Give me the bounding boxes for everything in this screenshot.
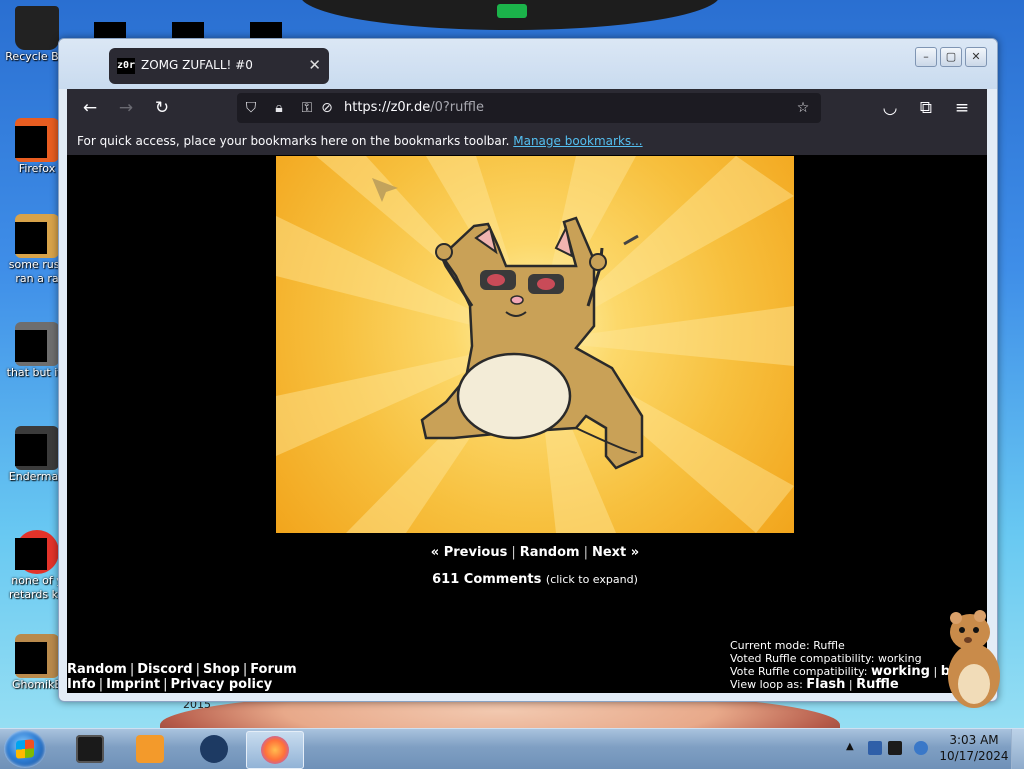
bookmark-star-icon[interactable]: ☆ [793, 98, 813, 118]
footer-link-discord[interactable]: Discord [137, 662, 192, 677]
permissions-icon[interactable]: ⚿ [297, 98, 317, 118]
taskbar-app-firefox[interactable] [246, 731, 304, 769]
cat-belly [456, 352, 572, 440]
media-player-icon [136, 735, 164, 763]
cat-animation-frame [276, 156, 794, 533]
reload-icon[interactable]: ↻ [151, 97, 173, 119]
view-as-flash-link[interactable]: Flash [806, 677, 845, 692]
url-bar[interactable]: ⛉ 🔒︎ ⚿ ⊘ https://z0r.de/0?ruffle ☆ [237, 93, 821, 123]
tab-title: ZOMG ZUFALL! #0 [141, 58, 253, 72]
separator: | [511, 545, 516, 560]
steam-icon [200, 735, 228, 763]
clock-date: 10/17/2024 [939, 749, 1009, 763]
file-icon [15, 426, 59, 470]
url-text[interactable]: https://z0r.de/0?ruffle [344, 100, 484, 115]
desktop-wallpaper-detail [497, 4, 527, 18]
tracking-blocked-icon[interactable]: ⊘ [317, 98, 337, 118]
separator: | [195, 662, 200, 677]
random-link[interactable]: Random [520, 545, 580, 560]
footer-link-forum[interactable]: Forum [250, 662, 297, 677]
footer-link-shop[interactable]: Shop [203, 662, 240, 677]
tray-app-icon[interactable] [914, 741, 928, 755]
pocket-icon[interactable]: ◡ [879, 97, 901, 119]
separator: | [129, 662, 135, 677]
file-icon [15, 634, 59, 678]
show-desktop-button[interactable] [1011, 729, 1024, 769]
footer-links: Random | Discord | Shop | Forum Info | Imprint | P… [67, 662, 297, 692]
firefox-icon [15, 118, 59, 162]
separator: | [163, 677, 168, 692]
back-arrow-icon[interactable]: ← [79, 97, 101, 119]
view-loop-row: View loop as: Flash | Ruffle [730, 677, 899, 692]
tray-expand-icon[interactable]: ▲ [846, 741, 854, 752]
separator: | [242, 662, 248, 677]
start-button[interactable] [4, 730, 46, 768]
bookmarks-hint-text: For quick access, place your bookmarks h… [77, 134, 510, 148]
footer-link-random[interactable]: Random [67, 662, 127, 677]
file-icon [15, 530, 59, 574]
view-loop-label: View loop as: [730, 678, 803, 691]
comments-count: 611 Comments [432, 572, 542, 587]
clock-time: 3:03 AM [949, 733, 999, 747]
flash-animation-player[interactable] [276, 156, 794, 533]
taskbar-clock[interactable]: 3:03 AM 10/17/2024 [938, 732, 1010, 764]
separator: | [98, 677, 104, 692]
window-controls: – ▢ ✕ [915, 47, 987, 67]
vote-label: Vote Ruffle compatibility: [730, 665, 868, 678]
url-path: /0?ruffle [430, 100, 484, 115]
footer-link-privacy[interactable]: Privacy policy [171, 677, 273, 692]
footer-row-2: Info | Imprint | Privacy policy [67, 677, 297, 692]
comments-hint: (click to expand) [545, 573, 638, 586]
page-navigation: « Previous | Random | Next » [67, 545, 1003, 560]
file-icon [15, 322, 59, 366]
footer-link-info[interactable]: Info [67, 677, 96, 692]
lock-icon[interactable]: 🔒︎ [269, 98, 289, 118]
page-content: « Previous | Random | Next » 611 Comments (c… [67, 155, 987, 693]
browser-window: z0r ZOMG ZUFALL! #0 ✕ – ▢ ✕ ← → ↻ ⛉ 🔒︎ ⚿… [58, 38, 998, 702]
tray-app-icon[interactable] [888, 741, 902, 755]
current-mode-text: Current mode: Ruffle [730, 639, 845, 652]
system-tray: ▲ [842, 731, 938, 767]
next-link[interactable]: Next » [592, 545, 639, 560]
taskbar: ▲ 3:03 AM 10/17/2024 [0, 728, 1024, 769]
previous-link[interactable]: « Previous [431, 545, 508, 560]
taskbar-app-steam[interactable] [186, 731, 242, 767]
taskbar-app-media-player[interactable] [122, 731, 178, 767]
browser-toolbar: ← → ↻ ⛉ 🔒︎ ⚿ ⊘ https://z0r.de/0?ruffle ☆… [67, 89, 987, 127]
hamster-desktop-pet[interactable] [940, 606, 1004, 710]
shield-icon[interactable]: ⛉ [241, 98, 261, 118]
bookmarks-toolbar: For quick access, place your bookmarks h… [67, 127, 987, 155]
minimize-icon[interactable]: – [915, 47, 937, 67]
terminal-icon [76, 735, 104, 763]
forward-arrow-icon[interactable]: → [115, 97, 137, 119]
maximize-icon[interactable]: ▢ [940, 47, 962, 67]
tray-app-icon[interactable] [868, 741, 882, 755]
manage-bookmarks-link[interactable]: Manage bookmarks... [513, 134, 642, 148]
close-icon[interactable]: ✕ [965, 47, 987, 67]
tab-favicon-icon: z0r [117, 58, 135, 74]
windows-logo-icon [16, 739, 34, 759]
firefox-icon [261, 736, 289, 764]
browser-tab[interactable]: z0r ZOMG ZUFALL! #0 ✕ [109, 48, 329, 84]
comments-toggle[interactable]: 611 Comments (click to expand) [67, 572, 1003, 587]
bookmarks-hint: For quick access, place your bookmarks h… [77, 134, 643, 148]
taskbar-app-terminal[interactable] [62, 731, 118, 767]
separator: | [583, 545, 588, 560]
footer-row-1: Random | Discord | Shop | Forum [67, 662, 297, 677]
tab-close-icon[interactable]: ✕ [308, 56, 321, 74]
menu-hamburger-icon[interactable]: ≡ [951, 97, 973, 119]
recycle-bin-icon [15, 6, 59, 50]
player-mode-panel: Current mode: Ruffle Voted Ruffle compat… [730, 639, 950, 691]
window-titlebar[interactable]: z0r ZOMG ZUFALL! #0 ✕ – ▢ ✕ [59, 39, 997, 89]
footer-link-imprint[interactable]: Imprint [106, 677, 160, 692]
url-host: https://z0r.de [344, 100, 431, 115]
file-icon [15, 214, 59, 258]
extensions-icon[interactable]: ⧉ [915, 97, 937, 119]
view-as-ruffle-link[interactable]: Ruffle [856, 677, 899, 692]
